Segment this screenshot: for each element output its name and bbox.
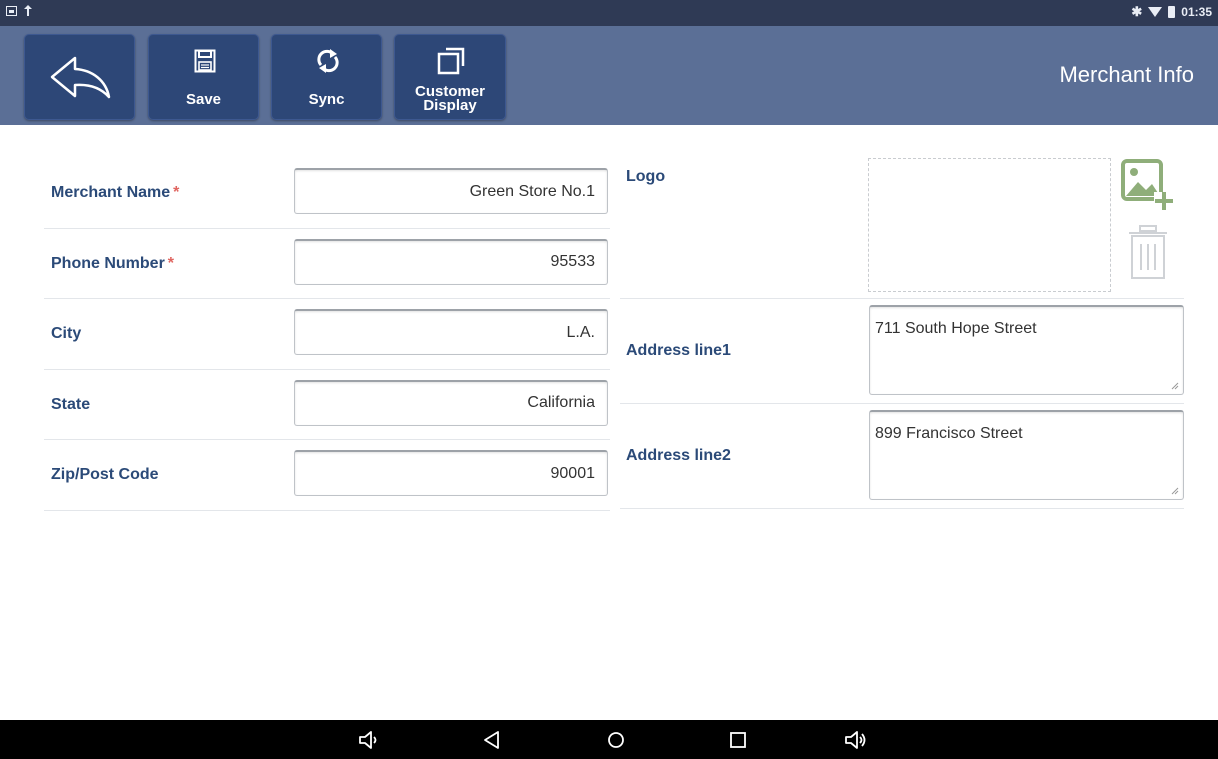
address-line2-input[interactable]: 899 Francisco Street — [869, 410, 1184, 500]
address-line2-row: Address line2 899 Francisco Street — [620, 404, 1184, 509]
page-title: Merchant Info — [1059, 62, 1194, 87]
resize-grip-icon[interactable] — [1171, 382, 1179, 390]
logo-row: Logo — [620, 158, 1184, 299]
logo-preview[interactable] — [868, 158, 1111, 292]
home-icon[interactable] — [604, 728, 628, 752]
wifi-icon — [1148, 7, 1163, 17]
floppy-disk-icon — [194, 49, 216, 73]
external-display-icon — [437, 47, 465, 75]
merchant-form-right: Logo Address line1 711 South Hope Street… — [620, 158, 1184, 509]
merchant-name-row: Merchant Name * — [44, 158, 610, 229]
recents-icon[interactable] — [726, 728, 750, 752]
city-label: City — [51, 325, 82, 342]
address-line1-input[interactable]: 711 South Hope Street — [869, 305, 1184, 395]
customer-display-button[interactable]: Customer Display — [394, 34, 506, 120]
logo-label: Logo — [626, 168, 666, 185]
phone-number-label-text: Phone Number — [51, 254, 165, 272]
app-bar: Save Sync Customer Display Merchant Info — [0, 26, 1218, 125]
sync-icon — [317, 49, 339, 73]
address-line1-value: 711 South Hope Street — [875, 320, 1037, 337]
merchant-name-label-text: Merchant Name — [51, 184, 171, 201]
status-bar-left — [6, 5, 33, 17]
required-mark: * — [167, 254, 175, 272]
address-line2-value: 899 Francisco Street — [875, 425, 1023, 442]
sync-button[interactable]: Sync — [271, 34, 382, 120]
save-button[interactable]: Save — [148, 34, 259, 120]
back-icon[interactable] — [480, 728, 504, 752]
system-nav-bar — [0, 720, 1218, 759]
zip-label: Zip/Post Code — [51, 466, 159, 483]
status-bar-right: ✱ 01:35 — [1131, 5, 1212, 19]
state-label: State — [51, 395, 91, 413]
battery-icon — [1168, 6, 1176, 18]
bluetooth-icon: ✱ — [1131, 4, 1143, 19]
sync-label: Sync — [308, 91, 345, 108]
volume-up-icon[interactable] — [844, 728, 868, 752]
state-row: State — [44, 370, 610, 440]
merchant-form-left: Merchant Name* Phone Number* City State … — [44, 158, 610, 511]
merchant-name-input[interactable] — [294, 168, 608, 214]
zip-row: Zip/Post Code — [44, 440, 610, 511]
address-line1-label: Address line1 — [626, 342, 731, 359]
zip-input[interactable] — [294, 450, 608, 496]
required-mark: * — [173, 184, 180, 201]
merchant-name-label: Merchant Name * — [51, 184, 179, 202]
image-icon — [6, 6, 17, 16]
back-arrow-icon — [50, 56, 111, 99]
state-input[interactable] — [294, 379, 608, 426]
customer-display-label-line2: Display — [423, 97, 477, 114]
phone-number-row: Phone Number * — [44, 229, 610, 299]
upload-icon — [23, 5, 33, 17]
resize-grip-icon[interactable] — [1171, 487, 1179, 495]
add-image-icon[interactable] — [1120, 158, 1174, 212]
volume-down-icon[interactable] — [358, 728, 382, 752]
phone-number-label: Phone Number * — [51, 255, 174, 273]
phone-number-input[interactable] — [294, 238, 608, 285]
trash-icon[interactable] — [1126, 224, 1170, 280]
address-line2-label: Address line2 — [626, 447, 731, 464]
status-time: 01:35 — [1181, 5, 1212, 19]
address-line1-row: Address line1 711 South Hope Street — [620, 299, 1184, 404]
status-bar: ✱ 01:35 — [0, 0, 1218, 26]
save-label: Save — [185, 91, 222, 108]
city-row: City — [44, 299, 610, 370]
back-button[interactable] — [24, 34, 135, 120]
city-input[interactable] — [294, 309, 608, 355]
